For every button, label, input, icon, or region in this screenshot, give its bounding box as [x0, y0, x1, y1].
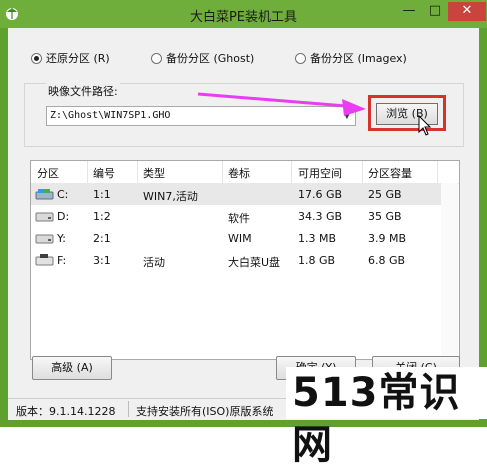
cell-drive: F: — [57, 254, 67, 267]
cell-drive: Y: — [57, 232, 66, 245]
column-header[interactable]: 可用空间 — [298, 165, 342, 181]
column-divider — [222, 161, 223, 183]
advanced-button[interactable]: 高级 (A) — [32, 356, 112, 380]
table-scrollbar[interactable] — [441, 183, 458, 359]
partition-table[interactable]: 分区 编号 类型 卷标 可用空间 分区容量 C: 1:1 WIN7,活动 17.… — [30, 160, 460, 360]
status-message: 支持安装所有(ISO)原版系统 — [136, 405, 274, 418]
table-row[interactable]: D: 1:2 软件 34.3 GB 35 GB — [31, 205, 441, 227]
cell-label: WIM — [228, 232, 252, 245]
cell-type: WIN7,活动 — [143, 190, 198, 203]
cell-free: 34.3 GB — [298, 210, 343, 223]
status-divider — [128, 401, 129, 417]
site-watermark: 513常识网 — [286, 367, 487, 468]
version-text: 版本：9.1.14.1228 — [16, 405, 116, 418]
cell-number: 1:1 — [93, 188, 111, 201]
column-divider — [291, 161, 292, 183]
column-divider — [362, 161, 363, 183]
title-bar[interactable]: 大白菜PE装机工具 — □ ✕ — [0, 0, 487, 28]
column-header[interactable]: 卷标 — [228, 165, 250, 181]
cell-label: 软件 — [228, 212, 250, 225]
cell-drive: D: — [57, 210, 70, 223]
maximize-button[interactable]: □ — [422, 2, 448, 21]
hard-drive-icon — [35, 212, 54, 222]
cell-free: 17.6 GB — [298, 188, 343, 201]
app-window: 大白菜PE装机工具 — □ ✕ 还原分区 (R) 备份分区 (Ghost) 备份… — [0, 0, 487, 468]
cell-size: 3.9 MB — [368, 232, 407, 245]
cell-number: 2:1 — [93, 232, 111, 245]
cell-free: 1.3 MB — [298, 232, 337, 245]
usb-drive-icon — [35, 254, 54, 266]
cell-size: 25 GB — [368, 188, 402, 201]
table-row[interactable]: F: 3:1 活动 大白菜U盘 1.8 GB 6.8 GB — [31, 249, 441, 271]
column-divider — [437, 161, 438, 183]
cell-type: 活动 — [143, 256, 165, 269]
cell-size: 35 GB — [368, 210, 402, 223]
cell-drive: C: — [57, 188, 69, 201]
close-window-button[interactable]: ✕ — [448, 2, 486, 21]
cell-number: 3:1 — [93, 254, 111, 267]
cell-size: 6.8 GB — [368, 254, 406, 267]
table-row[interactable]: C: 1:1 WIN7,活动 17.6 GB 25 GB — [31, 183, 441, 205]
cell-number: 1:2 — [93, 210, 111, 223]
table-header: 分区 编号 类型 卷标 可用空间 分区容量 — [31, 161, 459, 184]
column-header[interactable]: 分区 — [37, 165, 59, 181]
column-header[interactable]: 类型 — [143, 165, 165, 181]
column-header[interactable]: 编号 — [93, 165, 115, 181]
main-panel: 还原分区 (R) 备份分区 (Ghost) 备份分区 (Imagex) 映像文件… — [8, 28, 479, 420]
minimize-button[interactable]: — — [396, 2, 422, 21]
table-row[interactable]: Y: 2:1 WIM 1.3 MB 3.9 MB — [31, 227, 441, 249]
cell-label: 大白菜U盘 — [228, 256, 281, 269]
system-drive-icon — [35, 189, 54, 200]
column-divider — [87, 161, 88, 183]
column-header[interactable]: 分区容量 — [368, 165, 412, 181]
annotation-arrow-icon — [197, 92, 432, 136]
cell-free: 1.8 GB — [298, 254, 336, 267]
column-divider — [137, 161, 138, 183]
hard-drive-icon — [35, 234, 54, 244]
